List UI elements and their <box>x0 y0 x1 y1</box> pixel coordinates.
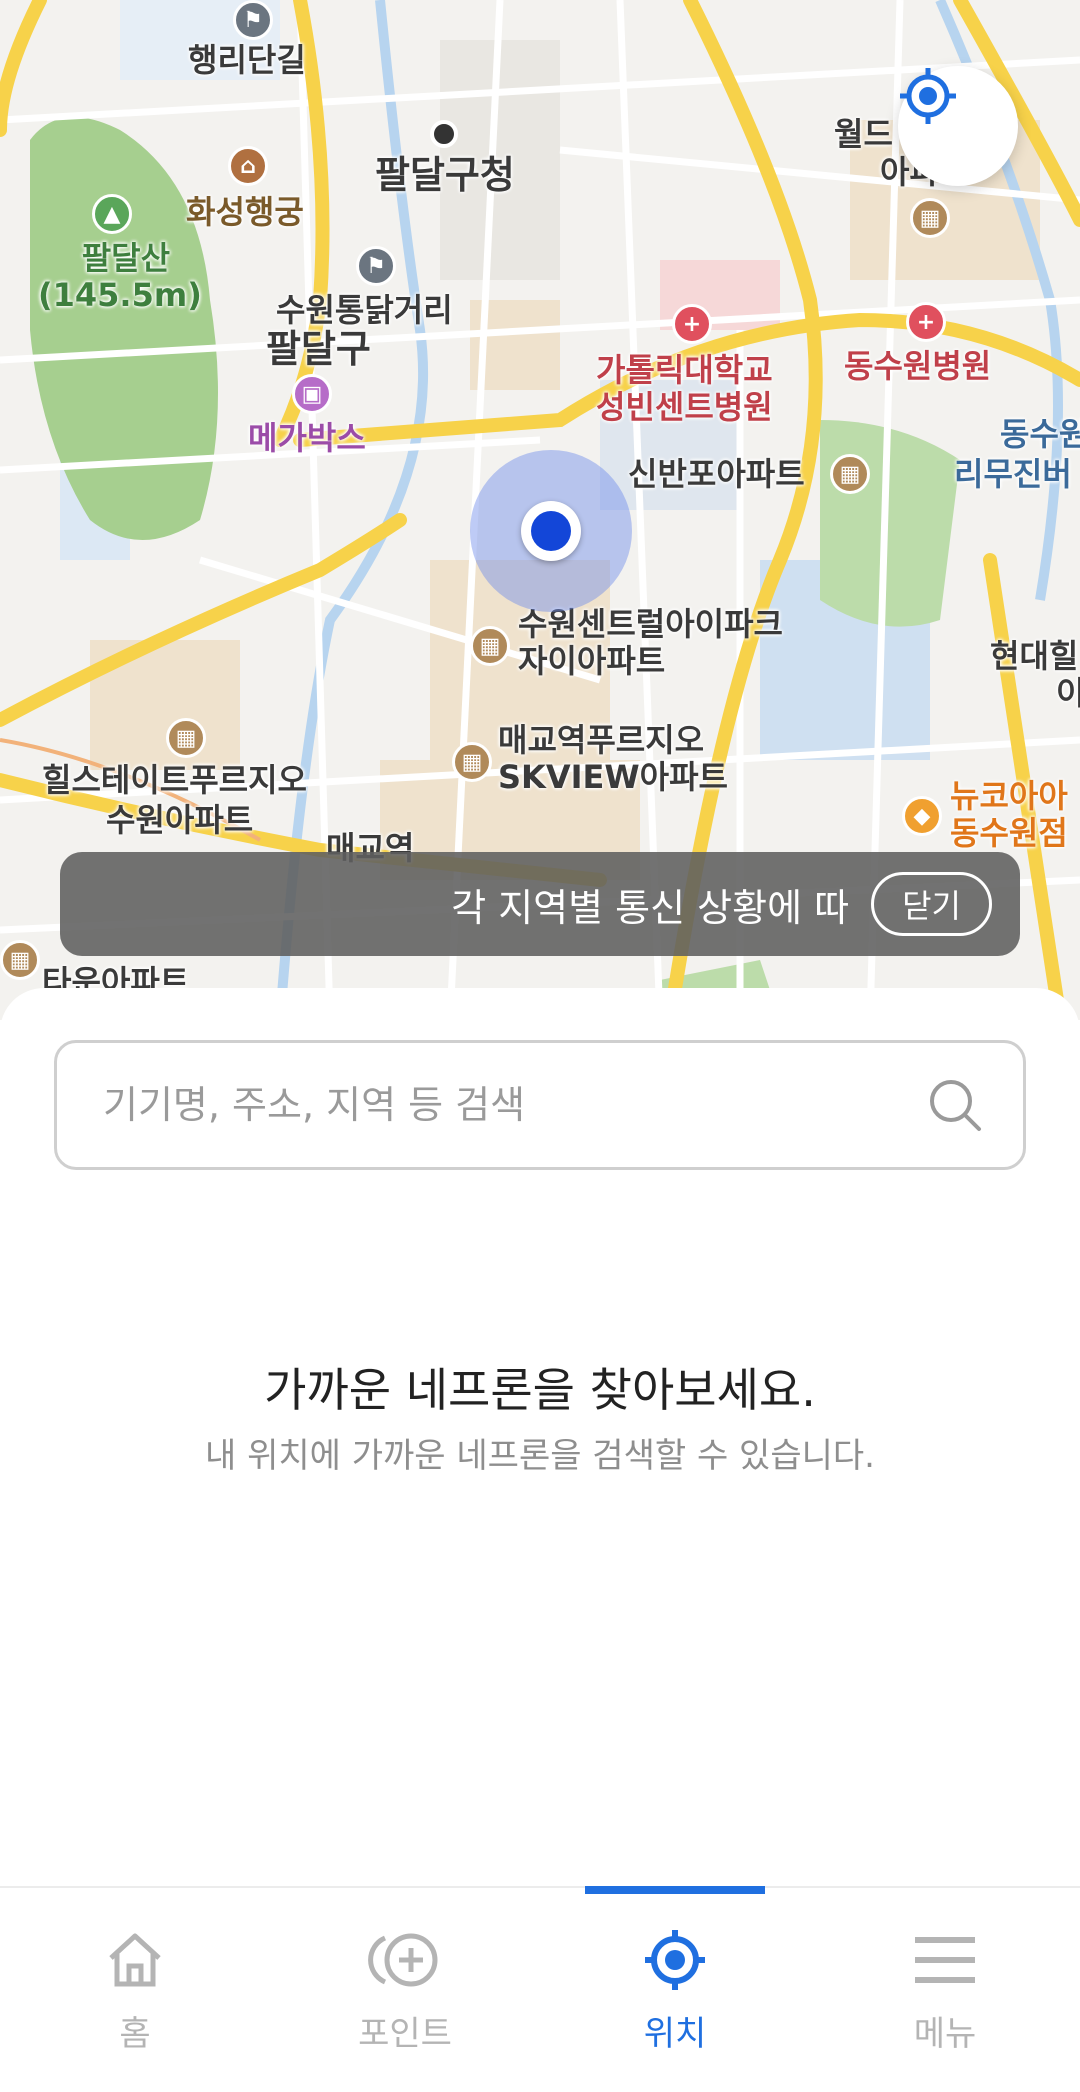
map-label-hyundai-line1: 현대힐 <box>990 637 1079 675</box>
map-label-maegyo-line1: 매교역푸르지오 <box>498 721 705 759</box>
mountain-icon: ▲ <box>92 194 132 234</box>
map-label-megabox: 메가박스 <box>248 419 366 457</box>
map-label-dongsu-1: 동수원 <box>1000 415 1080 453</box>
empty-state-title: 가까운 네프론을 찾아보세요. <box>264 1363 816 1417</box>
flag-icon: ⚑ <box>356 246 396 286</box>
flag-icon: ⚑ <box>233 0 273 40</box>
map-label-hyundai: 현대힐 이 <box>990 638 1080 712</box>
map-label-haengridangil: 행리단길 <box>188 41 306 79</box>
map-label-sinban-apt: 신반포아파트 <box>628 455 805 493</box>
menu-icon <box>915 1937 975 1983</box>
map-label-hyundai-line2: 이 <box>1056 673 1080 712</box>
map-label-dongsu-2: 리무진버 <box>954 455 1072 493</box>
map-label-newcore-line1: 뉴코아아 <box>950 777 1068 815</box>
tab-home[interactable]: 홈 <box>0 1888 270 2092</box>
map-label-newcore: 뉴코아아 동수원점 <box>950 778 1068 852</box>
map-label-hills-1: 힐스테이트푸르지오 <box>42 761 307 799</box>
tab-points-label: 포인트 <box>358 2014 452 2054</box>
map-label-paldalgu: 팔달구 <box>266 327 371 371</box>
map-label-dongsuwon-hospital: 동수원병원 <box>844 347 992 385</box>
hospital-icon: + <box>672 304 712 344</box>
map-label-paldalsan-height: (145.5m) <box>38 275 202 314</box>
active-tab-indicator <box>585 1886 765 1894</box>
cinema-icon: ▣ <box>292 374 332 414</box>
home-icon <box>109 1933 161 1987</box>
shopping-icon: ◆ <box>902 796 942 836</box>
search-box[interactable] <box>54 1040 1026 1170</box>
network-notice-toast: 각 지역별 통신 상황에 따 닫기 <box>60 852 1020 956</box>
tab-home-label: 홈 <box>119 2014 151 2054</box>
search-input[interactable] <box>103 1083 927 1127</box>
apartment-icon: ▦ <box>452 742 492 782</box>
apartment-icon: ▦ <box>0 940 40 980</box>
map-view[interactable]: ⚑ 행리단길 팔달구청 ⌂ 화성행궁 ▲ 팔달산 (145.5m) ⚑ 수원통닭… <box>0 0 1080 1020</box>
office-icon <box>430 120 458 148</box>
my-location-dot <box>531 511 571 551</box>
tab-menu-label: 메뉴 <box>913 2014 977 2054</box>
map-label-maegyo-apt: 매교역푸르지오 SKVIEW아파트 <box>498 722 728 796</box>
bottom-sheet: 가까운 네프론을 찾아보세요. 내 위치에 가까운 네프론을 검색할 수 있습니… <box>0 988 1080 1888</box>
hospital-icon: + <box>906 302 946 342</box>
map-label-paldalgucheong: 팔달구청 <box>375 153 515 197</box>
bottom-tab-bar: 홈 포인트 위치 메뉴 <box>0 1886 1080 2092</box>
search-icon[interactable] <box>927 1077 983 1133</box>
map-label-catholic-line1: 가톨릭대학교 <box>596 351 773 389</box>
map-label-paldalsan-name: 팔달산 <box>81 239 171 277</box>
map-label-maegyo-line2: SKVIEW아파트 <box>498 757 728 796</box>
tab-menu[interactable]: 메뉴 <box>810 1888 1080 2092</box>
apartment-icon: ▦ <box>470 626 510 666</box>
map-label-suwontongdak: 수원통닭거리 <box>276 291 453 329</box>
map-label-catholic: 가톨릭대학교 성빈센트병원 <box>596 352 773 426</box>
map-label-ipark-line2: 자이아파트 <box>518 641 666 680</box>
map-label-hwaseonghaenggung: 화성행궁 <box>186 193 304 231</box>
map-label-ipark: 수원센트럴아이파크 자이아파트 <box>518 606 783 680</box>
map-label-world-1: 월드 <box>834 115 893 153</box>
map-label-catholic-line2: 성빈센트병원 <box>596 387 773 426</box>
apartment-icon: ▦ <box>910 198 950 238</box>
map-label-paldalsan: 팔달산 (145.5m) <box>38 239 202 314</box>
apartment-icon: ▦ <box>830 454 870 494</box>
toast-message: 각 지역별 통신 상황에 따 <box>451 885 850 930</box>
tab-location[interactable]: 위치 <box>540 1886 810 2092</box>
apartment-icon: ▦ <box>166 718 206 758</box>
map-label-hills-2: 수원아파트 <box>106 801 254 839</box>
toast-close-button[interactable]: 닫기 <box>871 872 992 936</box>
palace-icon: ⌂ <box>228 146 268 186</box>
map-label-newcore-line2: 동수원점 <box>950 813 1068 852</box>
my-location-button[interactable] <box>898 66 1018 186</box>
empty-state-subtitle: 내 위치에 가까운 네프론을 검색할 수 있습니다. <box>205 1436 875 1476</box>
points-icon <box>368 1933 438 1987</box>
my-location-marker <box>521 501 581 561</box>
crosshair-icon <box>900 68 956 124</box>
tab-points[interactable]: 포인트 <box>270 1888 540 2092</box>
tab-location-label: 위치 <box>643 2014 707 2054</box>
location-icon <box>645 1930 705 1990</box>
